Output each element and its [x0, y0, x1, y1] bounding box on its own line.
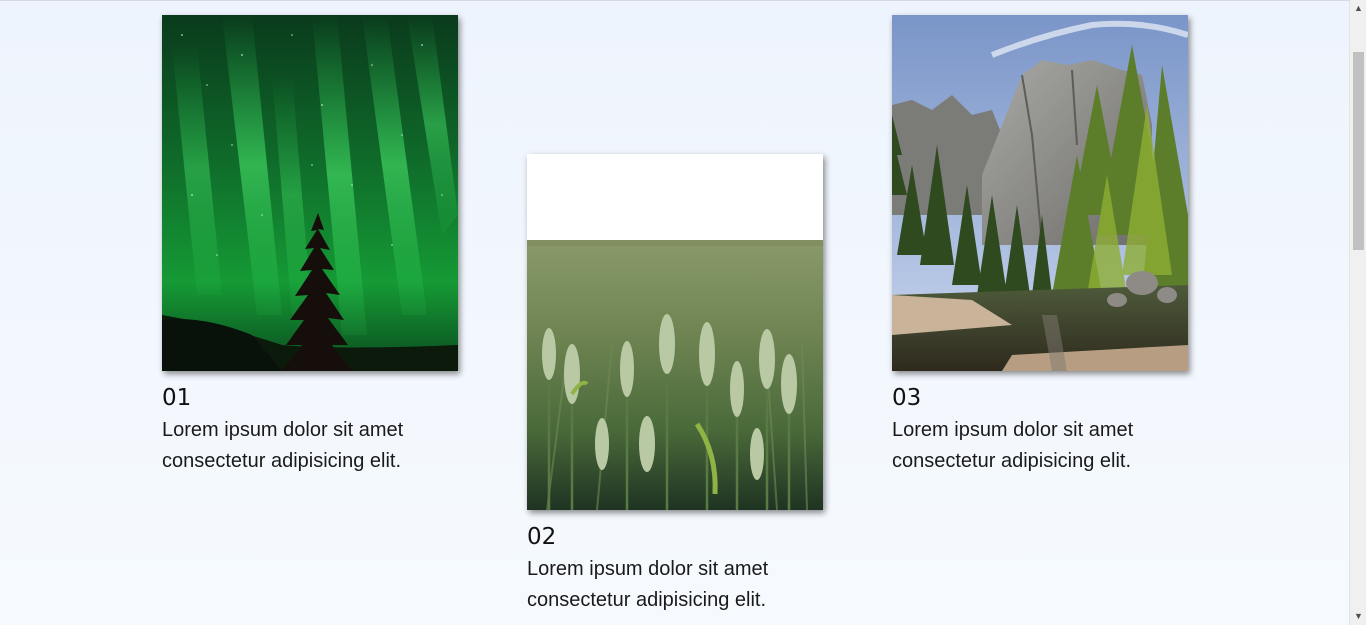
- card-description: Lorem ipsum dolor sit amet consectetur a…: [162, 419, 404, 472]
- card-description: Lorem ipsum dolor sit amet consectetur a…: [892, 419, 1134, 472]
- card-number: 03: [892, 385, 922, 411]
- wheat-field-photo: [527, 154, 823, 510]
- vertical-scrollbar[interactable]: ▲ ▼: [1349, 0, 1366, 625]
- chevron-down-icon[interactable]: ▼: [1350, 608, 1366, 625]
- gallery-card-01: 01 Lorem ipsum dolor sit amet consectetu…: [162, 15, 458, 477]
- gallery-card-02: 02 Lorem ipsum dolor sit amet consectetu…: [527, 154, 823, 616]
- gallery-page: 01 Lorem ipsum dolor sit amet consectetu…: [0, 0, 1349, 625]
- card-number: 02: [527, 524, 557, 550]
- scrollbar-thumb[interactable]: [1353, 52, 1364, 250]
- gallery-card-03: 03 Lorem ipsum dolor sit amet consectetu…: [892, 15, 1188, 477]
- card-description: Lorem ipsum dolor sit amet consectetur a…: [527, 558, 769, 611]
- chevron-up-icon[interactable]: ▲: [1350, 0, 1366, 17]
- card-number: 01: [162, 385, 192, 411]
- aurora-photo: [162, 15, 458, 371]
- mountain-forest-river-photo: [892, 15, 1188, 371]
